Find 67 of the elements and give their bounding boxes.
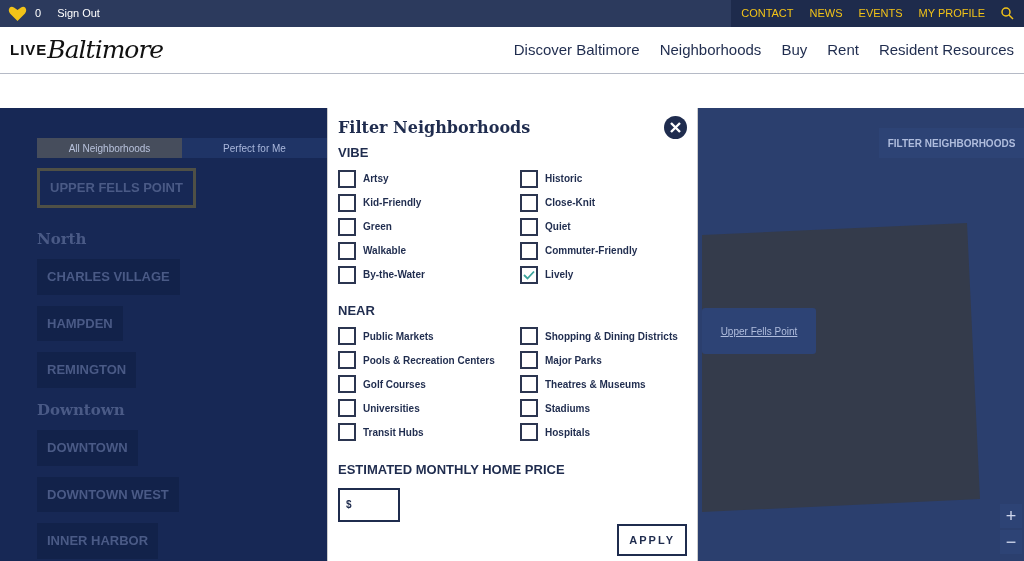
checkbox[interactable] xyxy=(520,351,538,369)
neighborhood-link[interactable]: Upper Fells Point xyxy=(720,323,798,339)
option-label: Kid-Friendly xyxy=(363,196,422,210)
nav-link-item[interactable]: Rent xyxy=(827,38,859,62)
tab[interactable]: Perfect for Me xyxy=(182,138,327,158)
checkbox[interactable] xyxy=(520,423,538,441)
option-label: Quiet xyxy=(545,220,571,234)
checkbox[interactable] xyxy=(338,217,356,236)
section-heading: NEAR xyxy=(338,301,376,320)
checkbox[interactable] xyxy=(520,375,538,393)
nav-link-item[interactable]: Neighborhoods xyxy=(659,38,762,62)
checkbox[interactable] xyxy=(338,399,356,417)
apply-button[interactable]: APPLY xyxy=(617,523,687,556)
favorites-count: 0 xyxy=(35,6,42,22)
section-heading: VIBE xyxy=(338,144,370,162)
option-label: Walkable xyxy=(363,244,406,258)
option-label: Universities xyxy=(363,401,420,416)
top-link[interactable]: NEWS xyxy=(809,5,843,22)
checkbox[interactable] xyxy=(520,241,538,260)
checkmark-icon xyxy=(523,269,535,280)
option-label: Commuter-Friendly xyxy=(545,244,638,258)
option-label: Theatres & Museums xyxy=(545,377,646,392)
top-link[interactable]: MY PROFILE xyxy=(918,5,985,22)
option-label: Lively xyxy=(545,268,574,282)
option-label: Public Markets xyxy=(363,329,434,344)
checkbox[interactable] xyxy=(338,241,356,260)
option-label: Shopping & Dining Districts xyxy=(545,329,678,344)
zoom-in-button[interactable]: + xyxy=(1000,504,1022,528)
checkbox[interactable] xyxy=(338,327,356,345)
checkbox[interactable] xyxy=(338,193,356,212)
option-label: Major Parks xyxy=(545,353,602,368)
tab[interactable]: All Neighborhoods xyxy=(37,138,182,158)
nav-link-item[interactable]: Buy xyxy=(781,38,808,62)
nav-link-item[interactable]: Resident Resources xyxy=(878,38,1014,62)
nav-link-item[interactable]: Discover Baltimore xyxy=(513,38,640,62)
checkbox[interactable] xyxy=(338,265,356,284)
option-label: Pools & Recreation Centers xyxy=(363,353,495,368)
top-link[interactable]: CONTACT xyxy=(741,5,794,22)
option-label: Golf Courses xyxy=(363,377,426,392)
option-label: Artsy xyxy=(363,172,389,186)
checkbox[interactable] xyxy=(338,351,356,369)
filter-button[interactable]: FILTER NEIGHBORHOODS xyxy=(879,128,1024,158)
option-label: Hospitals xyxy=(545,425,590,440)
checkbox[interactable] xyxy=(338,375,356,393)
checkbox[interactable] xyxy=(520,265,538,284)
top-link[interactable]: EVENTS xyxy=(858,5,903,22)
dialog-title: Filter Neighborhoods xyxy=(338,117,531,138)
search-icon[interactable] xyxy=(1001,7,1014,20)
checkbox[interactable] xyxy=(520,169,538,188)
option-label: Transit Hubs xyxy=(363,425,424,440)
option-label: Green xyxy=(363,220,392,234)
zoom-out-button[interactable]: − xyxy=(1000,530,1022,554)
option-label: Historic xyxy=(545,172,583,186)
option-label: By-the-Water xyxy=(363,268,425,282)
checkbox[interactable] xyxy=(338,423,356,441)
section-heading: ESTIMATED MONTHLY HOME PRICE xyxy=(338,461,566,479)
checkbox[interactable] xyxy=(338,169,356,188)
price-field[interactable]: $ xyxy=(338,487,400,522)
checkbox[interactable] xyxy=(520,327,538,345)
checkbox[interactable] xyxy=(520,399,538,417)
sign-out-link[interactable]: Sign Out xyxy=(57,5,100,22)
heart-icon[interactable] xyxy=(8,5,27,22)
option-label: Stadiums xyxy=(545,401,590,416)
checkbox[interactable] xyxy=(520,217,538,236)
checkbox[interactable] xyxy=(520,193,538,212)
close-icon[interactable] xyxy=(664,116,687,139)
option-label: Close-Knit xyxy=(545,196,595,210)
